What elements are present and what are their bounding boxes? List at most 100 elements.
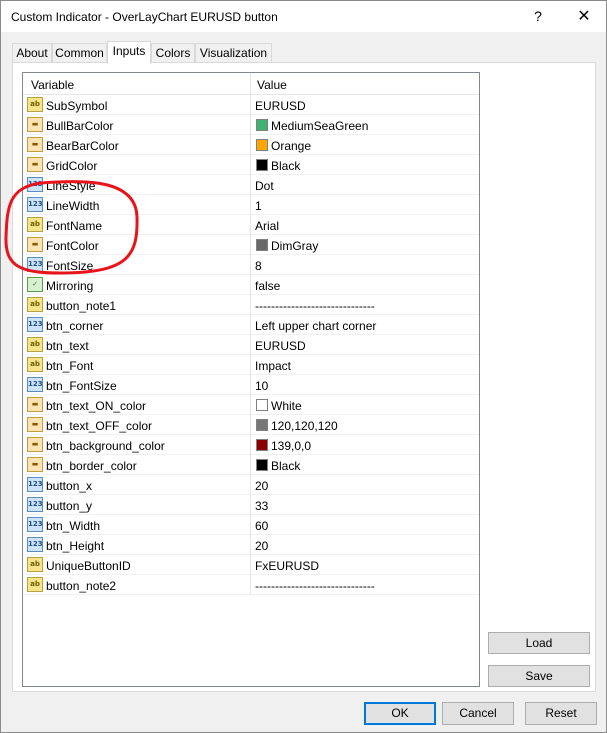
variable-cell[interactable]: ▬ FontColor: [23, 235, 250, 255]
variable-cell[interactable]: 123 LineStyle: [23, 175, 250, 195]
variable-cell[interactable]: ab button_note2: [23, 575, 250, 595]
value-cell[interactable]: Black: [251, 155, 479, 175]
value-cell[interactable]: 1: [251, 195, 479, 215]
tab-inputs[interactable]: Inputs: [107, 41, 151, 64]
value-cell[interactable]: Impact: [251, 355, 479, 375]
variable-cell[interactable]: ▬ btn_border_color: [23, 455, 250, 475]
value-cell[interactable]: 10: [251, 375, 479, 395]
close-button[interactable]: ✕: [561, 1, 607, 32]
color-swatch[interactable]: [256, 139, 268, 151]
column-divider[interactable]: [250, 73, 251, 95]
string-type-icon: ab: [27, 97, 43, 112]
reset-button[interactable]: Reset: [525, 702, 597, 725]
input-row[interactable]: ab SubSymbol EURUSD: [23, 95, 479, 115]
input-row[interactable]: ▬ btn_border_color Black: [23, 455, 479, 475]
cancel-button[interactable]: Cancel: [442, 702, 514, 725]
color-swatch[interactable]: [256, 159, 268, 171]
variable-cell[interactable]: ▬ btn_background_color: [23, 435, 250, 455]
variable-cell[interactable]: ▬ GridColor: [23, 155, 250, 175]
value-cell[interactable]: ------------------------------: [251, 575, 479, 595]
tab-about[interactable]: About: [12, 43, 52, 63]
input-row[interactable]: ✓ Mirroring false: [23, 275, 479, 295]
input-row[interactable]: ab button_note2 --------------------------…: [23, 575, 479, 595]
value-cell[interactable]: false: [251, 275, 479, 295]
help-button[interactable]: ?: [515, 1, 561, 32]
input-row[interactable]: 123 btn_FontSize 10: [23, 375, 479, 395]
value-cell[interactable]: EURUSD: [251, 95, 479, 115]
value-cell[interactable]: DimGray: [251, 235, 479, 255]
input-row[interactable]: ▬ btn_text_OFF_color 120,120,120: [23, 415, 479, 435]
input-row[interactable]: ▬ btn_background_color 139,0,0: [23, 435, 479, 455]
input-row[interactable]: ▬ BearBarColor Orange: [23, 135, 479, 155]
color-swatch[interactable]: [256, 439, 268, 451]
variable-cell[interactable]: ab FontName: [23, 215, 250, 235]
value-cell[interactable]: Orange: [251, 135, 479, 155]
variable-cell[interactable]: ▬ BearBarColor: [23, 135, 250, 155]
variable-cell[interactable]: ▬ btn_text_ON_color: [23, 395, 250, 415]
variable-cell[interactable]: ▬ BullBarColor: [23, 115, 250, 135]
input-row[interactable]: ▬ btn_text_ON_color White: [23, 395, 479, 415]
variable-cell[interactable]: ab SubSymbol: [23, 95, 250, 115]
variable-cell[interactable]: ab btn_text: [23, 335, 250, 355]
input-row[interactable]: 123 button_x 20: [23, 475, 479, 495]
color-swatch[interactable]: [256, 239, 268, 251]
variable-cell[interactable]: ab button_note1: [23, 295, 250, 315]
variable-cell[interactable]: 123 button_x: [23, 475, 250, 495]
value-cell[interactable]: 120,120,120: [251, 415, 479, 435]
color-swatch[interactable]: [256, 399, 268, 411]
value-cell[interactable]: 139,0,0: [251, 435, 479, 455]
value-cell[interactable]: 20: [251, 535, 479, 555]
variable-cell[interactable]: 123 btn_corner: [23, 315, 250, 335]
ok-button[interactable]: OK: [364, 702, 436, 725]
variable-cell[interactable]: 123 LineWidth: [23, 195, 250, 215]
input-row[interactable]: ▬ GridColor Black: [23, 155, 479, 175]
variable-cell[interactable]: 123 btn_FontSize: [23, 375, 250, 395]
input-row[interactable]: ab UniqueButtonID FxEURUSD: [23, 555, 479, 575]
value-cell[interactable]: White: [251, 395, 479, 415]
input-row[interactable]: 123 btn_Width 60: [23, 515, 479, 535]
value-cell[interactable]: Black: [251, 455, 479, 475]
input-row[interactable]: 123 LineWidth 1: [23, 195, 479, 215]
value-cell[interactable]: MediumSeaGreen: [251, 115, 479, 135]
input-row[interactable]: ab FontName Arial: [23, 215, 479, 235]
variable-cell[interactable]: ab UniqueButtonID: [23, 555, 250, 575]
input-row[interactable]: 123 FontSize 8: [23, 255, 479, 275]
value-cell[interactable]: Arial: [251, 215, 479, 235]
value-cell[interactable]: EURUSD: [251, 335, 479, 355]
tab-common[interactable]: Common: [52, 43, 107, 63]
input-row[interactable]: ▬ FontColor DimGray: [23, 235, 479, 255]
input-row[interactable]: ab btn_Font Impact: [23, 355, 479, 375]
column-header-value[interactable]: Value: [257, 78, 287, 92]
input-row[interactable]: ab button_note1 --------------------------…: [23, 295, 479, 315]
input-row[interactable]: ▬ BullBarColor MediumSeaGreen: [23, 115, 479, 135]
value-cell[interactable]: Left upper chart corner: [251, 315, 479, 335]
variable-cell[interactable]: ▬ btn_text_OFF_color: [23, 415, 250, 435]
tab-visualization[interactable]: Visualization: [195, 43, 272, 63]
column-header-variable[interactable]: Variable: [31, 78, 74, 92]
color-swatch[interactable]: [256, 119, 268, 131]
input-row[interactable]: ab btn_text EURUSD: [23, 335, 479, 355]
value-cell[interactable]: 60: [251, 515, 479, 535]
input-row[interactable]: 123 btn_corner Left upper chart corner: [23, 315, 479, 335]
value-cell[interactable]: ------------------------------: [251, 295, 479, 315]
input-row[interactable]: 123 button_y 33: [23, 495, 479, 515]
save-button[interactable]: Save: [488, 665, 590, 687]
variable-cell[interactable]: 123 FontSize: [23, 255, 250, 275]
value-cell[interactable]: Dot: [251, 175, 479, 195]
variable-cell[interactable]: ✓ Mirroring: [23, 275, 250, 295]
value-cell[interactable]: 8: [251, 255, 479, 275]
variable-cell[interactable]: 123 button_y: [23, 495, 250, 515]
value-cell[interactable]: 33: [251, 495, 479, 515]
color-swatch[interactable]: [256, 419, 268, 431]
input-row[interactable]: 123 btn_Height 20: [23, 535, 479, 555]
input-row[interactable]: 123 LineStyle Dot: [23, 175, 479, 195]
value-cell[interactable]: FxEURUSD: [251, 555, 479, 575]
value-cell[interactable]: 20: [251, 475, 479, 495]
tab-colors[interactable]: Colors: [151, 43, 195, 63]
variable-value: 33: [255, 499, 269, 513]
variable-cell[interactable]: ab btn_Font: [23, 355, 250, 375]
load-button[interactable]: Load: [488, 632, 590, 654]
variable-cell[interactable]: 123 btn_Width: [23, 515, 250, 535]
color-swatch[interactable]: [256, 459, 268, 471]
variable-cell[interactable]: 123 btn_Height: [23, 535, 250, 555]
